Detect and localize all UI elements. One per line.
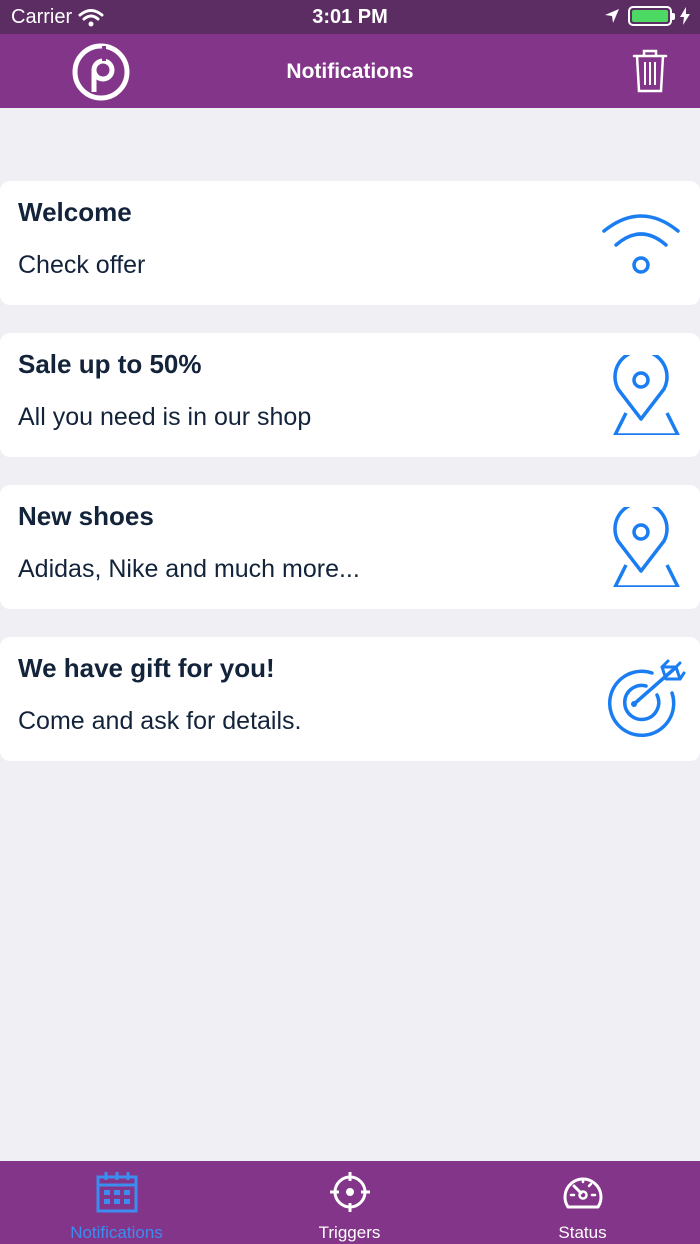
notification-body: Come and ask for details. <box>18 707 302 735</box>
notification-title: Sale up to 50% <box>18 349 202 379</box>
notification-title: New shoes <box>18 501 154 531</box>
notifications-list: Welcome Check offer Sale up to 50% All y… <box>0 181 700 789</box>
trash-icon[interactable] <box>632 48 668 94</box>
tab-notifications[interactable]: Notifications <box>0 1161 233 1244</box>
notification-card[interactable]: Sale up to 50% All you need is in our sh… <box>0 333 700 457</box>
navigation-bar: Notifications <box>0 34 700 108</box>
notification-title: We have gift for you! <box>18 653 275 683</box>
charging-bolt-icon <box>680 7 690 25</box>
battery-icon <box>628 6 675 26</box>
location-pin-icon <box>613 507 680 587</box>
location-arrow-icon <box>605 9 619 23</box>
tab-status[interactable]: Status <box>466 1161 699 1244</box>
notification-body: Check offer <box>18 251 146 279</box>
wifi-icon <box>602 214 680 274</box>
tab-label: Triggers <box>318 1223 381 1242</box>
notification-card[interactable]: Welcome Check offer <box>0 181 700 305</box>
tab-label: Notifications <box>70 1223 163 1242</box>
notification-body: Adidas, Nike and much more... <box>18 555 360 583</box>
tab-label: Status <box>558 1223 607 1242</box>
calendar-icon <box>96 1172 138 1213</box>
crosshair-icon <box>330 1172 370 1212</box>
tab-triggers[interactable]: Triggers <box>233 1161 466 1244</box>
clock: 3:01 PM <box>312 6 388 28</box>
notification-card[interactable]: New shoes Adidas, Nike and much more... <box>0 485 700 609</box>
status-bar: Carrier 3:01 PM <box>0 0 700 34</box>
tab-bar: Notifications Triggers Status <box>0 1161 700 1244</box>
notification-title: Welcome <box>18 197 132 227</box>
notification-card[interactable]: We have gift for you! Come and ask for d… <box>0 637 700 761</box>
location-pin-icon <box>613 355 680 435</box>
speedometer-icon <box>563 1177 603 1209</box>
page-title: Notifications <box>286 60 414 83</box>
notification-body: All you need is in our shop <box>18 403 312 431</box>
system-indicators <box>604 6 690 26</box>
target-arrow-icon <box>607 659 686 738</box>
